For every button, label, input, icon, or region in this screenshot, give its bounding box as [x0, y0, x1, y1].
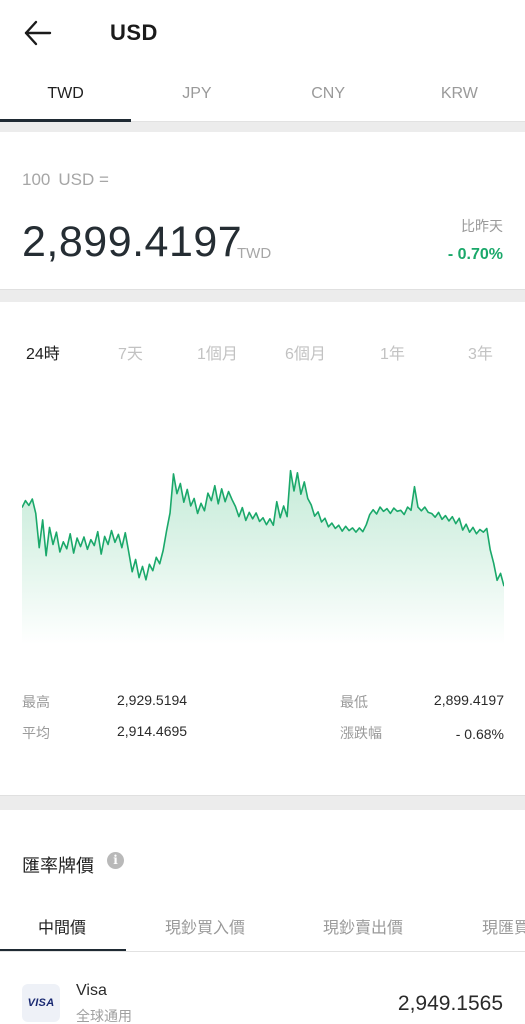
rates-title: 匯率牌價 [22, 856, 94, 876]
top-bar: USD [0, 0, 525, 66]
tab-cash-sell[interactable]: 現鈔賣出價 [323, 914, 403, 938]
range-7d[interactable]: 7天 [118, 340, 143, 364]
tab-cny[interactable]: CNY [263, 66, 394, 121]
row-name: Visa [76, 982, 107, 999]
range-1y[interactable]: 1年 [380, 340, 405, 364]
stat-avg-label: 平均 [22, 725, 50, 741]
stat-high-label: 最高 [22, 694, 50, 710]
tab-krw[interactable]: KRW [394, 66, 525, 121]
tab-cash-buy[interactable]: 現鈔買入價 [165, 914, 245, 938]
stat-high-value: 2,929.5194 [117, 692, 188, 708]
base-currency: USD = [58, 170, 109, 189]
tab-twd[interactable]: TWD [0, 66, 132, 122]
chart-card: 24時 7天 1個月 6個月 1年 3年 最高 2,929.5194 最低 2,… [0, 302, 525, 796]
rate-card: 100 USD = 2,899.4197 TWD 比昨天 - 0.70% [0, 132, 525, 290]
tab-mid-rate[interactable]: 中間價 [38, 914, 86, 938]
info-icon[interactable]: i [107, 852, 124, 869]
rate-row[interactable]: VISA Visa 全球通用 2,949.1565 [0, 972, 525, 1024]
active-tab-indicator [0, 949, 126, 951]
base-amount: 100 USD = [22, 170, 117, 190]
tab-spot-buy[interactable]: 現匯買 [482, 914, 525, 938]
range-tabs: 24時 7天 1個月 6個月 1年 3年 [0, 340, 525, 364]
stat-avg-value: 2,914.4695 [117, 723, 188, 739]
range-1m[interactable]: 1個月 [197, 340, 238, 364]
visa-logo-text: VISA [27, 997, 55, 1009]
rates-section: 匯率牌價 i 中間價 現鈔買入價 現鈔賣出價 現匯買 VISA Visa 全球通… [0, 810, 525, 1024]
range-6m[interactable]: 6個月 [285, 340, 326, 364]
tab-jpy[interactable]: JPY [131, 66, 262, 121]
chart-area-fill [22, 470, 504, 644]
stat-change-value: - 0.68% [455, 726, 504, 742]
range-3y[interactable]: 3年 [468, 340, 493, 364]
compare-label: 比昨天 [461, 218, 503, 234]
stat-low-value: 2,899.4197 [433, 692, 504, 708]
rate-chart [22, 469, 504, 644]
stat-low-label: 最低 [340, 694, 368, 710]
page-title: USD [110, 20, 158, 45]
currency-tabs: TWD JPY CNY KRW [0, 66, 525, 122]
compare-value: - 0.70% [447, 246, 503, 263]
rate-unit: TWD [237, 245, 272, 262]
rate-type-tabs: 中間價 現鈔買入價 現鈔賣出價 現匯買 [0, 906, 525, 952]
back-arrow-icon[interactable] [22, 18, 54, 48]
row-subtitle: 全球通用 [76, 1008, 132, 1024]
exchange-rate-value: 2,899.4197 [22, 218, 243, 266]
row-value: 2,949.1565 [397, 992, 503, 1015]
base-amount-value: 100 [22, 170, 51, 189]
stat-change-label: 漲跌幅 [340, 725, 382, 741]
range-24h[interactable]: 24時 [26, 340, 60, 364]
visa-logo: VISA [22, 984, 60, 1022]
